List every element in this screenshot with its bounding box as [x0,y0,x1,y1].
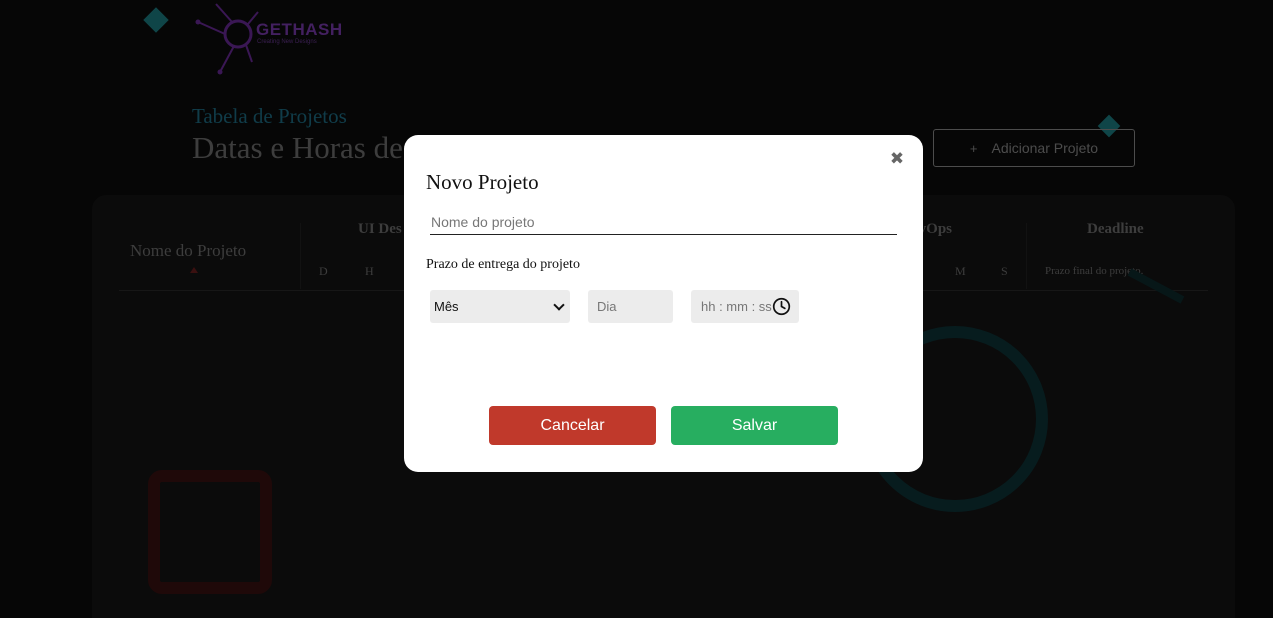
month-select-value: Mês [434,299,459,314]
new-project-modal: ✖ Novo Projeto Prazo de entrega do proje… [404,135,923,472]
time-placeholder: hh : mm : ss [701,299,772,314]
month-select[interactable]: Mês [430,290,570,323]
time-input[interactable]: hh : mm : ss [691,290,799,323]
clock-icon[interactable] [772,297,791,316]
day-input[interactable] [588,290,673,323]
close-icon[interactable]: ✖ [889,149,905,169]
cancel-button[interactable]: Cancelar [489,406,656,445]
chevron-down-icon [553,298,565,311]
save-button[interactable]: Salvar [671,406,838,445]
modal-title: Novo Projeto [426,170,539,194]
project-name-input[interactable] [430,211,897,235]
deadline-label: Prazo de entrega do projeto [426,257,580,272]
